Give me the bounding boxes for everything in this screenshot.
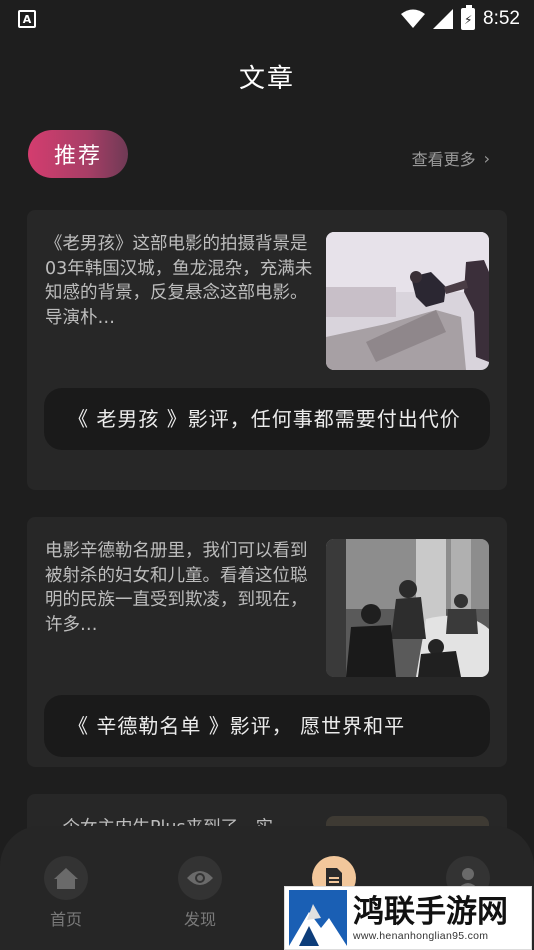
nav-home-label: 首页 [49,910,82,929]
article-excerpt: 《老男孩》这部电影的拍摄背景是03年韩国汉城，鱼龙混杂，充满未知感的背景，反复悬… [45,234,313,328]
watermark-url: www.henanhonglian95.com [353,930,489,942]
status-bar: A ⚡ 8:52 [0,0,534,38]
article-thumbnail [326,232,489,370]
eye-icon [178,856,222,900]
page-title: 文章 [238,64,295,94]
chevron-right-icon: › [483,148,490,168]
signal-icon [433,9,454,29]
watermark-logo [289,890,347,946]
watermark-title: 鸿联手游网 [353,894,508,930]
article-title[interactable]: 《 辛德勒名单 》影评， 愿世界和平 [44,695,490,757]
nav-home[interactable]: 首页 [36,856,96,930]
home-icon [44,856,88,900]
see-more-label: 查看更多 [411,150,476,169]
status-icons: ⚡ 8:52 [401,5,520,30]
watermark-banner: 鸿联手游网 www.henanhonglian95.com [284,886,532,950]
article-thumbnail [326,539,489,677]
app-notification-icon: A [18,10,36,28]
article-card[interactable]: 电影辛德勒名册里，我们可以看到被射杀的妇女和儿童。看着这位聪明的民族一直受到欺凌… [27,517,507,767]
article-excerpt: 电影辛德勒名册里，我们可以看到被射杀的妇女和儿童。看着这位聪明的民族一直受到欺凌… [45,541,308,635]
article-card[interactable]: 《老男孩》这部电影的拍摄背景是03年韩国汉城，鱼龙混杂，充满未知感的背景，反复悬… [27,210,507,490]
see-more-link[interactable]: 查看更多 › [412,146,490,170]
tab-recommended[interactable]: 推荐 [28,130,128,178]
battery-icon: ⚡ [461,5,476,30]
status-time: 8:52 [483,8,520,29]
wifi-icon [401,9,426,28]
article-title[interactable]: 《 老男孩 》影评，任何事都需要付出代价 [44,388,490,450]
nav-discover[interactable]: 发现 [170,856,230,930]
nav-discover-label: 发现 [183,910,216,929]
